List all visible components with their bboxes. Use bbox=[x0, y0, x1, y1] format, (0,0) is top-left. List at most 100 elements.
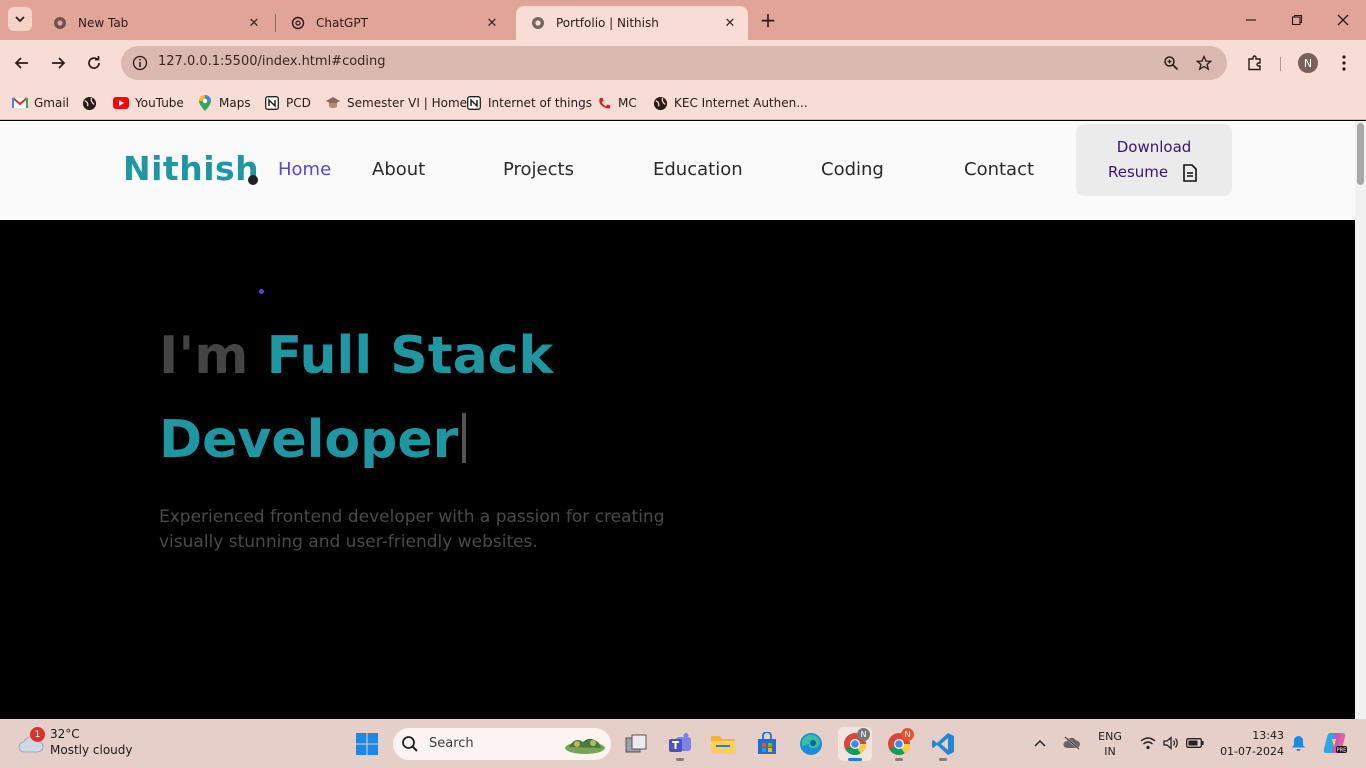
hero-highlight: Full Stack bbox=[266, 326, 554, 386]
close-window-button[interactable] bbox=[1328, 8, 1358, 32]
zoom-icon[interactable] bbox=[1160, 52, 1182, 74]
tab-portfolio[interactable]: Portfolio | Nithish ✕ bbox=[516, 6, 748, 40]
reload-icon bbox=[88, 56, 100, 69]
bookmark-star-icon[interactable] bbox=[1193, 52, 1215, 74]
extensions-button[interactable] bbox=[1243, 51, 1267, 75]
teams-app[interactable] bbox=[663, 727, 697, 761]
search-placeholder: Search bbox=[429, 736, 474, 751]
bookmark-mc[interactable]: MC bbox=[596, 92, 637, 114]
tab-title: ChatGPT bbox=[316, 16, 368, 30]
bookmark-globe[interactable] bbox=[81, 92, 103, 114]
browser-toolbar: 127.0.0.1:5500/index.html#coding N bbox=[0, 40, 1366, 86]
nav-education[interactable]: Education bbox=[653, 159, 743, 180]
url-text[interactable]: 127.0.0.1:5500/index.html#coding bbox=[158, 54, 386, 69]
running-indicator bbox=[676, 758, 684, 761]
nav-projects[interactable]: Projects bbox=[503, 159, 574, 180]
chrome-app-profile[interactable]: N bbox=[882, 727, 916, 761]
globe-icon bbox=[530, 15, 546, 31]
nav-home[interactable]: Home bbox=[278, 159, 331, 180]
bookmark-kec[interactable]: KEC Internet Authen... bbox=[652, 92, 808, 114]
store-icon bbox=[758, 732, 776, 754]
cursor-follower-dot bbox=[259, 289, 264, 294]
resume-label-line1: Download bbox=[1116, 138, 1192, 156]
weather-widget[interactable]: 1 32°C Mostly cloudy bbox=[16, 727, 156, 761]
clock-date: 01-07-2024 bbox=[1220, 745, 1284, 758]
bookmark-label: Gmail bbox=[34, 96, 70, 110]
bookmark-iot[interactable]: Internet of things bbox=[466, 92, 592, 114]
nav-about[interactable]: About bbox=[372, 159, 425, 180]
cloud-off-icon bbox=[1063, 736, 1080, 750]
puzzle-icon bbox=[1248, 55, 1261, 71]
nav-contact[interactable]: Contact bbox=[964, 159, 1034, 180]
logo-dot bbox=[248, 175, 258, 185]
battery-button[interactable] bbox=[1184, 731, 1206, 755]
site-logo[interactable]: Nithish bbox=[123, 149, 259, 188]
site-info-icon[interactable] bbox=[129, 52, 151, 74]
document-icon bbox=[1183, 164, 1197, 182]
graduation-cap-icon bbox=[325, 95, 341, 111]
show-hidden-icons-button[interactable] bbox=[1029, 731, 1051, 755]
close-tab-icon[interactable]: ✕ bbox=[720, 13, 740, 33]
gmail-icon bbox=[12, 95, 28, 111]
close-icon bbox=[1337, 14, 1349, 26]
profile-button[interactable]: N bbox=[1296, 51, 1320, 75]
bookmark-gmail[interactable]: Gmail bbox=[12, 92, 69, 114]
phone-icon bbox=[596, 95, 612, 111]
notifications-button[interactable] bbox=[1287, 731, 1309, 755]
bell-icon bbox=[1291, 736, 1305, 751]
nav-coding[interactable]: Coding bbox=[821, 159, 884, 180]
arrow-left-icon bbox=[14, 57, 28, 69]
address-bar[interactable]: 127.0.0.1:5500/index.html#coding bbox=[121, 46, 1227, 80]
tab-title: New Tab bbox=[78, 16, 129, 30]
forward-button[interactable] bbox=[46, 51, 70, 75]
hero-role: Developer bbox=[159, 410, 459, 470]
bookmark-label: Semester VI | Home bbox=[347, 96, 468, 110]
download-resume-button[interactable]: Download Resume bbox=[1076, 124, 1232, 196]
tab-new-tab[interactable]: New Tab ✕ bbox=[38, 6, 272, 40]
close-tab-icon[interactable]: ✕ bbox=[482, 13, 502, 33]
file-explorer-app[interactable] bbox=[706, 727, 740, 761]
scrollbar-thumb[interactable] bbox=[1357, 123, 1364, 185]
hero-heading-line2: Developer bbox=[159, 408, 467, 472]
speaker-icon bbox=[1163, 736, 1178, 750]
vscode-app[interactable] bbox=[926, 727, 960, 761]
new-tab-button[interactable]: + bbox=[757, 8, 779, 32]
task-view-button[interactable] bbox=[619, 727, 653, 761]
restore-button[interactable] bbox=[1282, 8, 1312, 32]
edge-app[interactable] bbox=[794, 727, 828, 761]
language-indicator[interactable]: ENG IN bbox=[1096, 729, 1124, 759]
tab-search-button[interactable] bbox=[8, 7, 32, 31]
minimize-button[interactable] bbox=[1236, 8, 1266, 32]
reload-button[interactable] bbox=[82, 51, 106, 75]
windows-logo-icon bbox=[356, 733, 378, 755]
running-indicator bbox=[939, 758, 947, 761]
system-clock[interactable]: 13:43 01-07-2024 bbox=[1218, 728, 1284, 760]
onedrive-button[interactable] bbox=[1061, 731, 1083, 755]
back-button[interactable] bbox=[10, 51, 34, 75]
tab-title: Portfolio | Nithish bbox=[556, 16, 659, 30]
microsoft-store-app[interactable] bbox=[750, 727, 784, 761]
tab-chatgpt[interactable]: ChatGPT ✕ bbox=[276, 6, 510, 40]
bookmark-semester-vi[interactable]: Semester VI | Home bbox=[325, 92, 467, 114]
volume-button[interactable] bbox=[1160, 731, 1182, 755]
chevron-up-icon bbox=[1034, 739, 1046, 747]
page-scrollbar[interactable] bbox=[1355, 121, 1366, 719]
bookmark-youtube[interactable]: YouTube bbox=[113, 92, 184, 114]
close-tab-icon[interactable]: ✕ bbox=[244, 13, 264, 33]
running-indicator bbox=[895, 758, 903, 761]
language-code: ENG bbox=[1098, 730, 1122, 743]
chrome-app-active[interactable]: N bbox=[838, 727, 872, 761]
menu-button[interactable] bbox=[1332, 51, 1356, 75]
bookmark-maps[interactable]: Maps bbox=[197, 92, 251, 114]
region-code: IN bbox=[1104, 745, 1116, 758]
svg-text:PRE: PRE bbox=[1337, 748, 1347, 754]
notion-icon bbox=[264, 95, 280, 111]
chatgpt-icon bbox=[290, 15, 306, 31]
notion-icon bbox=[466, 95, 482, 111]
bookmark-pcd[interactable]: PCD bbox=[264, 92, 311, 114]
copilot-button[interactable]: PRE bbox=[1321, 731, 1349, 755]
toolbar-divider bbox=[1280, 57, 1281, 71]
start-button[interactable] bbox=[350, 727, 384, 761]
wifi-button[interactable] bbox=[1137, 731, 1159, 755]
taskbar-search[interactable]: Search bbox=[393, 728, 611, 760]
